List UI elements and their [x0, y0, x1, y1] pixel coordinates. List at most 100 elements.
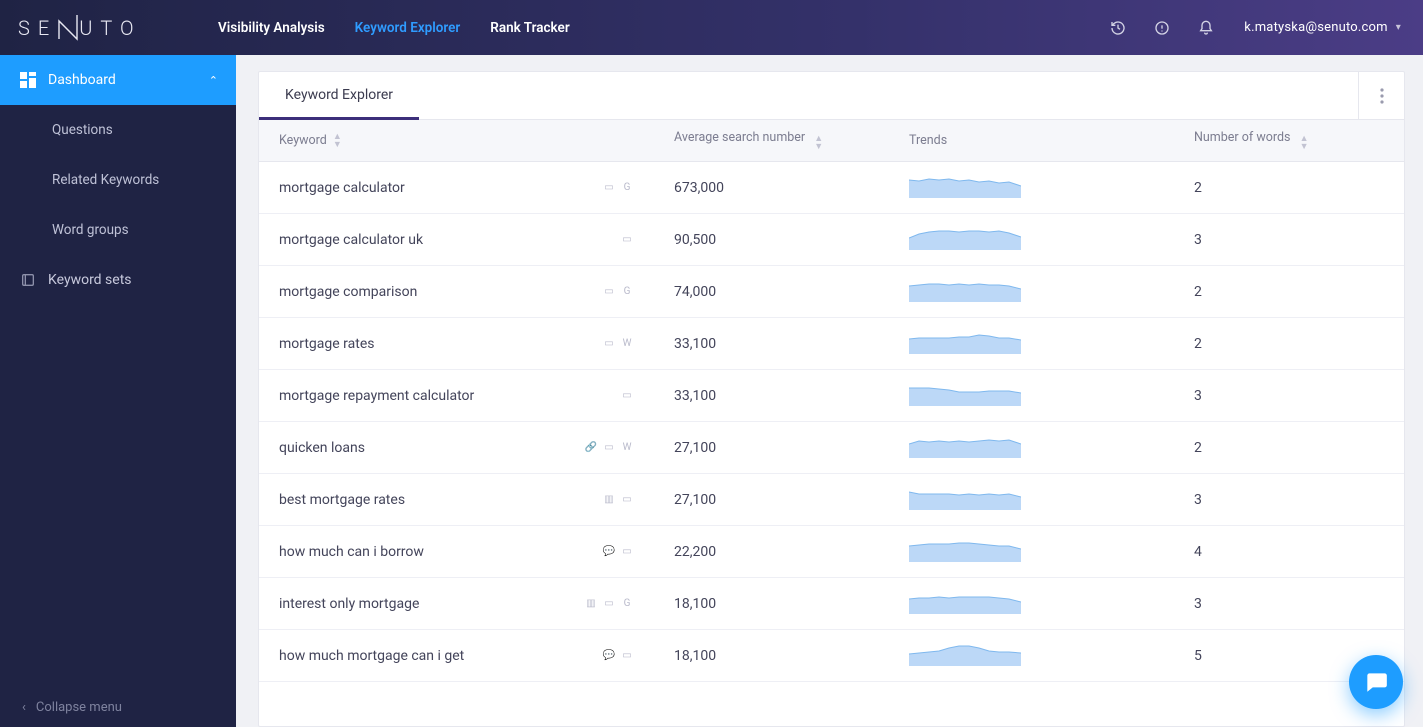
logo[interactable]: SEUTO [18, 14, 218, 41]
col-header-search[interactable]: Average search number ▲▼ [674, 130, 909, 151]
user-menu[interactable]: k.matyska@senuto.com ▾ [1244, 20, 1401, 35]
link-icon: 🔗 [584, 442, 598, 453]
nav-rank-tracker[interactable]: Rank Tracker [490, 20, 569, 36]
table-row[interactable]: mortgage rates▭ W 33,100 2 [259, 318, 1404, 370]
sidebar-item-word-groups[interactable]: Word groups [0, 205, 236, 255]
cell-search-number: 74,000 [674, 284, 909, 300]
sidebar-dashboard[interactable]: Dashboard ⌃ [0, 55, 236, 105]
serp-feature-icons: ▭G [602, 182, 674, 193]
sidebar-keyword-sets-label: Keyword sets [48, 272, 218, 288]
keyword-text: quicken loans [279, 440, 584, 456]
cell-search-number: 22,200 [674, 544, 909, 560]
cell-trend [909, 174, 1194, 202]
cell-word-count: 3 [1194, 388, 1384, 404]
tab-keyword-explorer[interactable]: Keyword Explorer [259, 72, 419, 120]
serp-feature-icons: ▥▭ [602, 494, 674, 505]
bell-icon[interactable] [1198, 20, 1214, 36]
chat-fab[interactable] [1349, 655, 1403, 709]
collapse-menu[interactable]: ‹ Collapse menu [0, 687, 236, 727]
table-header: Keyword ▲▼ Average search number ▲▼ Tren… [259, 120, 1404, 162]
table-row[interactable]: mortgage comparison▭G74,000 2 [259, 266, 1404, 318]
table-row[interactable]: best mortgage rates▥▭27,1003 [259, 474, 1404, 526]
snippet-icon: ▭ [602, 442, 616, 453]
cell-search-number: 33,100 [674, 336, 909, 352]
chevron-left-icon: ‹ [22, 700, 26, 715]
table-row[interactable]: mortgage repayment calculator▭33,1003 [259, 370, 1404, 422]
card-header: Keyword Explorer [259, 72, 1404, 120]
sparkline [909, 174, 1021, 198]
cell-trend [909, 642, 1194, 670]
table-row[interactable]: how much can i borrow💬▭22,2004 [259, 526, 1404, 578]
sparkline [909, 330, 1021, 354]
col-header-words-label: Number of words [1194, 130, 1290, 145]
keyword-text: mortgage rates [279, 336, 602, 352]
keyword-explorer-card: Keyword Explorer Keyword ▲▼ Average sear… [258, 71, 1405, 727]
google-icon: G [620, 182, 634, 193]
keyword-text: mortgage comparison [279, 284, 602, 300]
snippet-icon: ▭ [620, 650, 634, 661]
serp-feature-icons: 💬▭ [602, 546, 674, 557]
sparkline [909, 382, 1021, 406]
keyword-text: mortgage calculator [279, 180, 602, 196]
snippet-icon: ▭ [620, 390, 634, 401]
cell-keyword: mortgage calculator▭G [279, 180, 674, 196]
cell-search-number: 90,500 [674, 232, 909, 248]
serp-feature-icons: 💬▭ [602, 650, 674, 661]
cell-word-count: 2 [1194, 336, 1384, 352]
sidebar-item-questions[interactable]: Questions [0, 105, 236, 155]
cell-search-number: 18,100 [674, 596, 909, 612]
table-row[interactable]: quicken loans🔗▭W27,1002 [259, 422, 1404, 474]
history-icon[interactable] [1110, 20, 1126, 36]
chevron-down-icon: ▾ [1396, 22, 1401, 33]
help-icon[interactable] [1154, 20, 1170, 36]
snippet-icon: ▭ [602, 338, 616, 349]
keyword-text: mortgage repayment calculator [279, 388, 620, 404]
primary-nav: Visibility Analysis Keyword Explorer Ran… [218, 20, 570, 36]
snippet-icon: ▭ [620, 494, 634, 505]
dashboard-icon [20, 72, 48, 88]
serp-feature-icons: ▥ ▭ G [584, 598, 674, 609]
google-icon: G [620, 598, 634, 609]
cell-search-number: 673,000 [674, 180, 909, 196]
table-row[interactable]: how much mortgage can i get💬▭18,1005 [259, 630, 1404, 682]
cell-trend [909, 382, 1194, 410]
table-row[interactable]: interest only mortgage▥▭G18,1003 [259, 578, 1404, 630]
cell-trend [909, 330, 1194, 358]
cell-keyword: how much mortgage can i get💬▭ [279, 648, 674, 664]
col-header-words[interactable]: Number of words ▲▼ [1194, 130, 1384, 151]
wiki-icon: W [620, 338, 634, 349]
col-header-keyword-label: Keyword [279, 133, 327, 148]
col-header-keyword[interactable]: Keyword ▲▼ [279, 133, 674, 149]
sort-icon: ▲▼ [814, 135, 823, 151]
cell-keyword: how much can i borrow💬▭ [279, 544, 674, 560]
cell-keyword: interest only mortgage▥ ▭ G [279, 596, 674, 612]
table-row[interactable]: mortgage calculator uk▭90,5003 [259, 214, 1404, 266]
cell-keyword: mortgage repayment calculator▭ [279, 388, 674, 404]
sort-icon: ▲▼ [333, 133, 342, 149]
cell-keyword: mortgage comparison▭G [279, 284, 674, 300]
keyword-text: best mortgage rates [279, 492, 602, 508]
table-row[interactable]: mortgage calculator▭G673,0002 [259, 162, 1404, 214]
cell-search-number: 33,100 [674, 388, 909, 404]
card-menu-button[interactable] [1358, 72, 1404, 119]
snippet-icon: ▭ [602, 182, 616, 193]
cell-trend [909, 434, 1194, 462]
snippet-icon: ▭ [602, 598, 616, 609]
cell-word-count: 2 [1194, 284, 1384, 300]
cell-trend [909, 486, 1194, 514]
serp-feature-icons: 🔗▭W [584, 442, 674, 453]
sidebar-dashboard-label: Dashboard [48, 72, 209, 88]
keyword-text: interest only mortgage [279, 596, 584, 612]
col-header-trends: Trends [909, 133, 1194, 148]
sidebar-keyword-sets[interactable]: Keyword sets [0, 255, 236, 305]
sparkline [909, 226, 1021, 250]
cell-search-number: 27,100 [674, 440, 909, 456]
card-icon: ▥ [584, 598, 598, 609]
sidebar-item-related-keywords[interactable]: Related Keywords [0, 155, 236, 205]
sparkline [909, 434, 1021, 458]
google-icon: G [620, 286, 634, 297]
cell-word-count: 2 [1194, 180, 1384, 196]
nav-keyword-explorer[interactable]: Keyword Explorer [355, 20, 461, 36]
cell-keyword: mortgage calculator uk▭ [279, 232, 674, 248]
nav-visibility-analysis[interactable]: Visibility Analysis [218, 20, 325, 36]
